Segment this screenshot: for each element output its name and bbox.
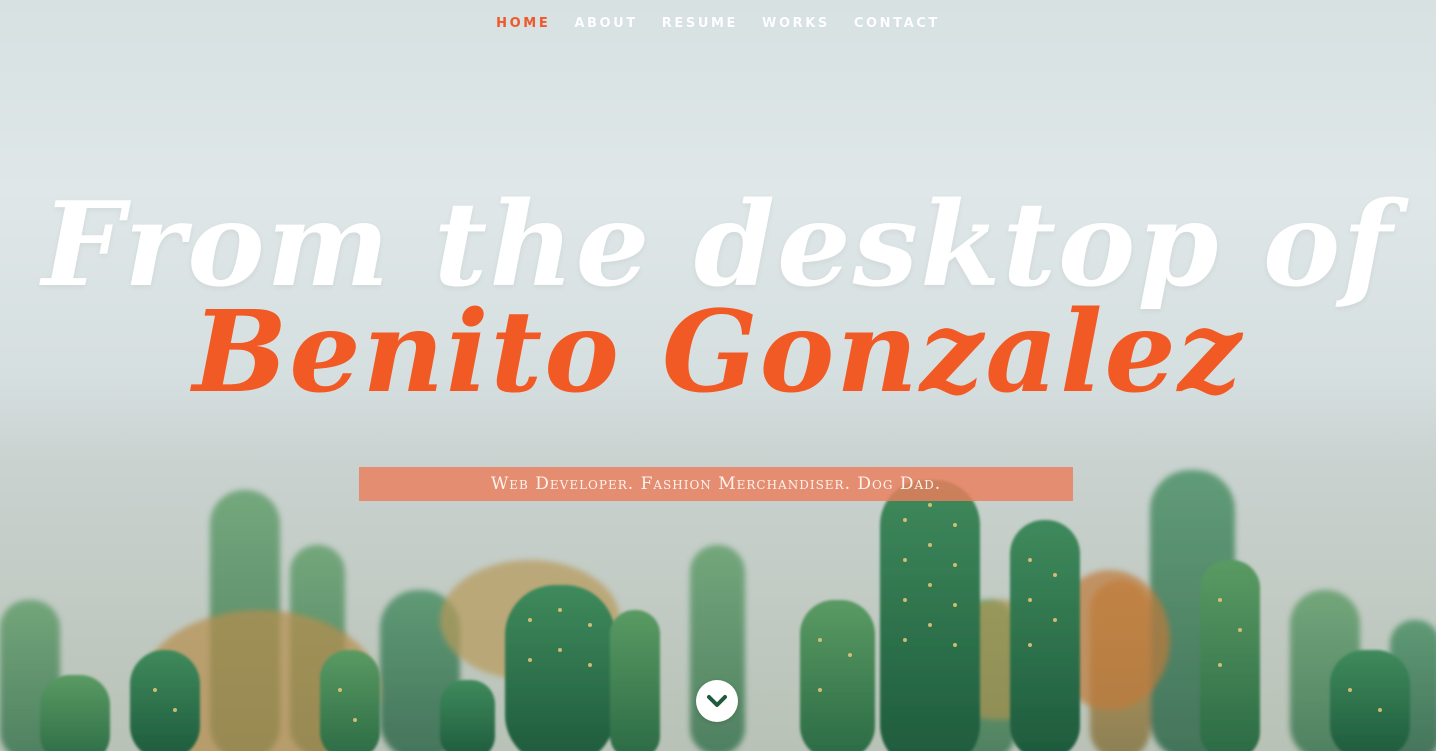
hero-name-text: Benito Gonzalez [192,287,1244,418]
nav-resume-link[interactable]: RESUME [650,14,750,33]
tagline-banner: Web Developer. Fashion Merchandiser. Dog… [359,467,1073,501]
scroll-down-button[interactable] [696,680,738,722]
hero-headline: From the desktop of Benito Gonzalez [0,180,1436,418]
hero-section: HOME ABOUT RESUME WORKS CONTACT From the… [0,0,1436,751]
nav-contact-link[interactable]: CONTACT [842,14,952,33]
nav-home-link[interactable]: HOME [484,14,562,33]
nav-about-link[interactable]: ABOUT [562,14,649,33]
chevron-down-icon [707,695,727,707]
nav-works-link[interactable]: WORKS [750,14,842,33]
tagline-text: Web Developer. Fashion Merchandiser. Dog… [490,474,942,494]
main-nav: HOME ABOUT RESUME WORKS CONTACT [0,14,1436,33]
